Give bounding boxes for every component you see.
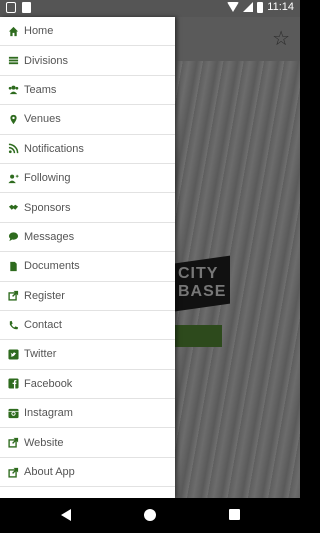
menu-item-label: Following xyxy=(24,172,71,185)
file-icon xyxy=(8,261,19,272)
users-icon xyxy=(8,84,19,95)
menu-item-divisions[interactable]: Divisions xyxy=(0,46,175,76)
list-icon xyxy=(8,55,19,66)
menu-item-label: Teams xyxy=(24,83,57,96)
menu-item-label: Website xyxy=(24,436,64,449)
menu-item-label: Messages xyxy=(24,230,75,243)
battery-icon xyxy=(257,1,264,13)
sd-card-icon xyxy=(22,2,31,13)
menu-item-twitter[interactable]: Twitter xyxy=(0,340,175,370)
handshake-icon xyxy=(8,202,19,213)
star-icon[interactable]: ☆ xyxy=(272,26,290,51)
menu-item-label: Notifications xyxy=(24,142,84,155)
external-link-icon xyxy=(8,290,19,301)
navigation-drawer: Home Divisions Teams Venues Notifications Fol… xyxy=(0,17,175,498)
menu-item-register[interactable]: Register xyxy=(0,282,175,311)
menu-item-teams[interactable]: Teams xyxy=(0,76,175,106)
notification-icon xyxy=(6,2,16,13)
chat-bubble-icon xyxy=(8,231,19,242)
instagram-icon xyxy=(8,408,19,419)
notification-icons xyxy=(6,2,31,13)
phone-icon xyxy=(8,320,19,331)
wifi-icon xyxy=(227,2,240,12)
menu-item-following[interactable]: Following xyxy=(0,164,175,194)
menu-item-messages[interactable]: Messages xyxy=(0,223,175,253)
menu-item-label: Contact xyxy=(24,319,62,332)
menu-item-facebook[interactable]: Facebook xyxy=(0,370,175,400)
back-icon[interactable] xyxy=(61,509,71,521)
menu-item-label: Sponsors xyxy=(24,201,71,214)
menu-item-label: About App xyxy=(24,466,75,479)
twitter-icon xyxy=(8,349,19,360)
home-button-icon[interactable] xyxy=(144,509,156,521)
external-link-icon xyxy=(8,467,19,478)
menu-item-sponsors[interactable]: Sponsors xyxy=(0,193,175,223)
map-marker-icon xyxy=(8,114,19,125)
menu-item-venues[interactable]: Venues xyxy=(0,105,175,135)
facebook-icon xyxy=(8,378,19,389)
menu-item-contact[interactable]: Contact xyxy=(0,311,175,341)
menu-item-label: Venues xyxy=(24,113,61,126)
menu-item-label: Divisions xyxy=(24,54,69,67)
menu-item-label: Register xyxy=(24,289,65,302)
rss-icon xyxy=(8,143,19,154)
home-icon xyxy=(8,26,19,37)
menu-item-instagram[interactable]: Instagram xyxy=(0,399,175,429)
logo: CITY BASE xyxy=(178,265,226,301)
menu-item-website[interactable]: Website xyxy=(0,428,175,458)
menu-item-home[interactable]: Home xyxy=(0,17,175,47)
signal-icon xyxy=(243,2,254,12)
menu-item-notifications[interactable]: Notifications xyxy=(0,135,175,164)
status-time: 11:14 xyxy=(267,1,294,13)
external-link-icon xyxy=(8,437,19,448)
status-icons: 11:14 xyxy=(227,1,294,13)
menu-item-about-app[interactable]: About App xyxy=(0,458,175,488)
menu-item-documents[interactable]: Documents xyxy=(0,252,175,282)
menu-item-label: Twitter xyxy=(24,348,57,361)
status-bar: 11:14 xyxy=(0,0,300,17)
system-navigation-bar xyxy=(0,498,300,533)
logo-text-line1: CITY xyxy=(178,265,219,282)
menu-item-label: Home xyxy=(24,25,54,38)
recent-apps-icon[interactable] xyxy=(229,509,240,520)
menu-item-label: Instagram xyxy=(24,407,73,420)
menu-item-label: Facebook xyxy=(24,377,73,390)
menu-item-label: Documents xyxy=(24,260,80,273)
logo-text-line2: BASE xyxy=(178,283,227,300)
user-plus-icon xyxy=(8,173,19,184)
